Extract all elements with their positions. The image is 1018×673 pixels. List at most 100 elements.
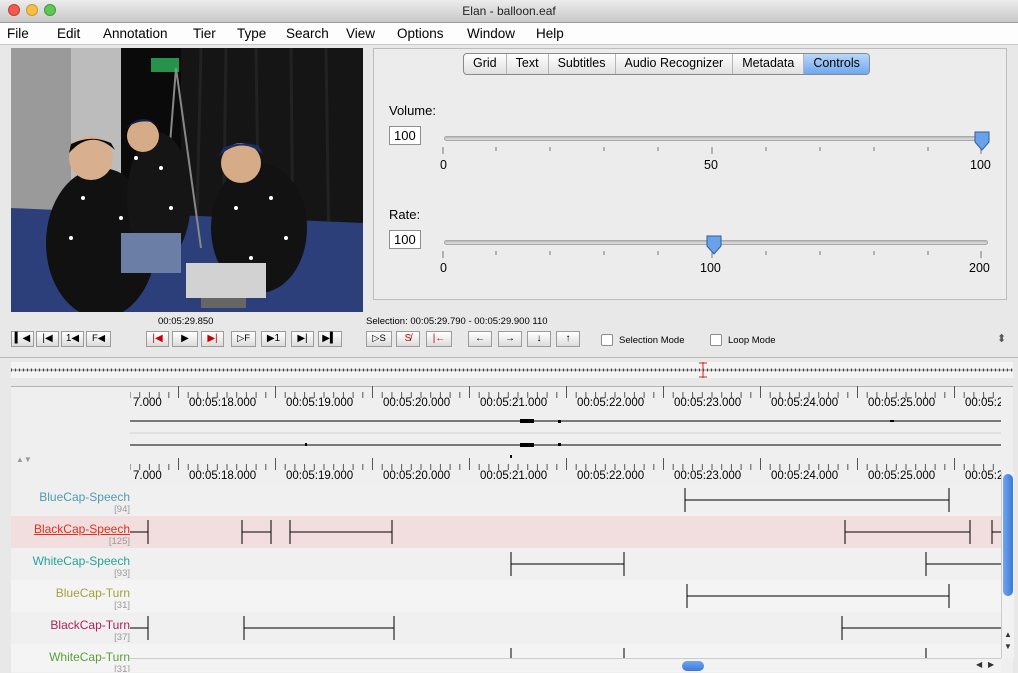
- menu-help[interactable]: Help: [536, 26, 564, 41]
- rate-min-label: 0: [440, 261, 447, 275]
- ruler-tick-label: 00:05:18.000: [189, 397, 257, 409]
- menu-options[interactable]: Options: [397, 26, 444, 41]
- clear-selection-button[interactable]: S̸: [396, 331, 420, 347]
- menu-file[interactable]: File: [7, 26, 29, 41]
- vertical-scrollbar[interactable]: ▲ ▼: [1001, 472, 1014, 658]
- rate-slider-thumb[interactable]: [706, 235, 722, 255]
- ruler-tick-label: 00:05:25.000: [868, 397, 936, 409]
- volume-slider-track[interactable]: [444, 136, 988, 141]
- annotation: [243, 616, 395, 640]
- ruler-tick-label: 00:05:24.000: [771, 397, 839, 409]
- scroll-left-icon[interactable]: ◀: [976, 660, 982, 669]
- window-title: Elan - balloon.eaf: [462, 4, 556, 18]
- annotation: [684, 488, 950, 512]
- next-frame-button[interactable]: ▷F: [231, 331, 256, 347]
- next-annotation-button[interactable]: →: [498, 331, 522, 347]
- menu-edit[interactable]: Edit: [57, 26, 80, 41]
- video-viewer[interactable]: [11, 48, 363, 312]
- annotation: [241, 520, 272, 544]
- rate-value-field[interactable]: 100: [389, 230, 421, 249]
- prev-pixel-button[interactable]: |◀: [146, 331, 169, 347]
- ruler-tick-label: 00:05:23.000: [674, 470, 742, 482]
- ruler-tick-label: 00:05:25.000: [868, 470, 936, 482]
- annotation: [130, 616, 149, 640]
- ruler-tick-label: 00:05:22.000: [577, 397, 645, 409]
- ruler-tick-label: 00:05:21.000: [480, 470, 548, 482]
- annotation-down-button[interactable]: ↓: [527, 331, 551, 347]
- selection-display: Selection: 00:05:29.790 - 00:05:29.900 1…: [366, 316, 548, 327]
- volume-slider-thumb[interactable]: [974, 131, 990, 151]
- previous-scrollview-button[interactable]: |◀: [36, 331, 59, 347]
- ruler-tick-label: 7.000: [133, 470, 162, 482]
- menu-tier[interactable]: Tier: [193, 26, 216, 41]
- updown-arrows-icon[interactable]: ⬍: [997, 332, 1006, 345]
- ruler-tick-label: 00:05:2: [965, 470, 1001, 482]
- rate-label: Rate:: [389, 207, 421, 222]
- annotation: [991, 520, 1001, 544]
- previous-annotation-button[interactable]: ←: [468, 331, 492, 347]
- loop-mode-checkbox[interactable]: [710, 334, 722, 346]
- ruler-tick-label: 00:05:20.000: [383, 470, 451, 482]
- vertical-scrollbar-thumb[interactable]: [1003, 474, 1013, 596]
- prev-frame-second-button[interactable]: 1◀: [61, 331, 84, 347]
- play-button[interactable]: ▶: [172, 331, 198, 347]
- tab-subtitles[interactable]: Subtitles: [549, 54, 616, 74]
- tab-grid[interactable]: Grid: [464, 54, 507, 74]
- tab-text[interactable]: Text: [507, 54, 549, 74]
- next-frame-second-button[interactable]: ▶1: [261, 331, 286, 347]
- volume-min-label: 0: [440, 158, 447, 172]
- tab-bar: Grid Text Subtitles Audio Recognizer Met…: [463, 53, 870, 75]
- annotation: [925, 552, 1001, 576]
- annotations-layer[interactable]: [11, 484, 1001, 672]
- go-to-end-button[interactable]: ▶▍: [318, 331, 342, 347]
- title-bar: Elan - balloon.eaf: [0, 0, 1018, 23]
- ruler-tick-label: 00:05:24.000: [771, 470, 839, 482]
- ruler-tick-label: 00:05:22.000: [577, 470, 645, 482]
- previous-frame-button[interactable]: F◀: [86, 331, 111, 347]
- menu-annotation[interactable]: Annotation: [103, 26, 168, 41]
- go-to-begin-button[interactable]: ▍◀: [11, 331, 34, 347]
- ruler-tick-label: 00:05:21.000: [480, 397, 548, 409]
- scroll-down-icon[interactable]: ▼: [1004, 642, 1012, 651]
- tab-metadata[interactable]: Metadata: [733, 54, 805, 74]
- ruler-tick-label: 00:05:19.000: [286, 397, 354, 409]
- waveform-view[interactable]: [130, 412, 1001, 458]
- annotation: [289, 520, 393, 544]
- ruler-tick-label: 00:05:18.000: [189, 470, 257, 482]
- menu-window[interactable]: Window: [467, 26, 515, 41]
- overview-timeline[interactable]: [11, 362, 1013, 378]
- scroll-up-icon[interactable]: ▲: [1004, 630, 1012, 639]
- menu-type[interactable]: Type: [237, 26, 266, 41]
- horizontal-scrollbar[interactable]: ◀ ▶: [130, 658, 1001, 671]
- rate-mid-label: 100: [700, 261, 721, 275]
- selection-to-begin-button[interactable]: |←: [426, 331, 452, 347]
- menu-search[interactable]: Search: [286, 26, 329, 41]
- rate-max-label: 200: [969, 261, 990, 275]
- ruler-tick-label: 00:05:23.000: [674, 397, 742, 409]
- menu-view[interactable]: View: [346, 26, 375, 41]
- loop-mode-label: Loop Mode: [728, 335, 776, 346]
- volume-label: Volume:: [389, 103, 436, 118]
- selection-mode-checkbox[interactable]: [601, 334, 613, 346]
- tab-controls[interactable]: Controls: [804, 54, 869, 74]
- annotation-up-button[interactable]: ↑: [556, 331, 580, 347]
- ruler-tick-label: 00:05:19.000: [286, 470, 354, 482]
- ruler-tick-label: 00:05:20.000: [383, 397, 451, 409]
- scroll-right-icon[interactable]: ▶: [988, 660, 994, 669]
- timeline-ruler-bottom-ticks: [130, 458, 994, 470]
- selection-mode-label: Selection Mode: [619, 335, 685, 346]
- horizontal-scrollbar-thumb[interactable]: [682, 661, 704, 671]
- menu-bar: File Edit Annotation Tier Type Search Vi…: [0, 23, 1018, 45]
- next-scrollview-button[interactable]: ▶|: [291, 331, 314, 347]
- volume-value-field[interactable]: 100: [389, 126, 421, 145]
- divider: [0, 357, 1018, 358]
- ruler-tick-label: 00:05:2: [965, 397, 1001, 409]
- annotation: [130, 520, 149, 544]
- next-pixel-button[interactable]: ▶|: [201, 331, 224, 347]
- waveform-collapse-icon[interactable]: ▲▼: [16, 455, 32, 464]
- video-frame-image: [11, 48, 363, 312]
- play-selection-button[interactable]: ▷S: [366, 331, 392, 347]
- tier-area: BlueCap-Speech [94] BlackCap-Speech [125…: [11, 484, 1001, 672]
- tab-audio-recognizer[interactable]: Audio Recognizer: [616, 54, 734, 74]
- timeline-ruler-top: 7.000 00:05:18.000 00:05:19.000 00:05:20…: [130, 397, 1001, 411]
